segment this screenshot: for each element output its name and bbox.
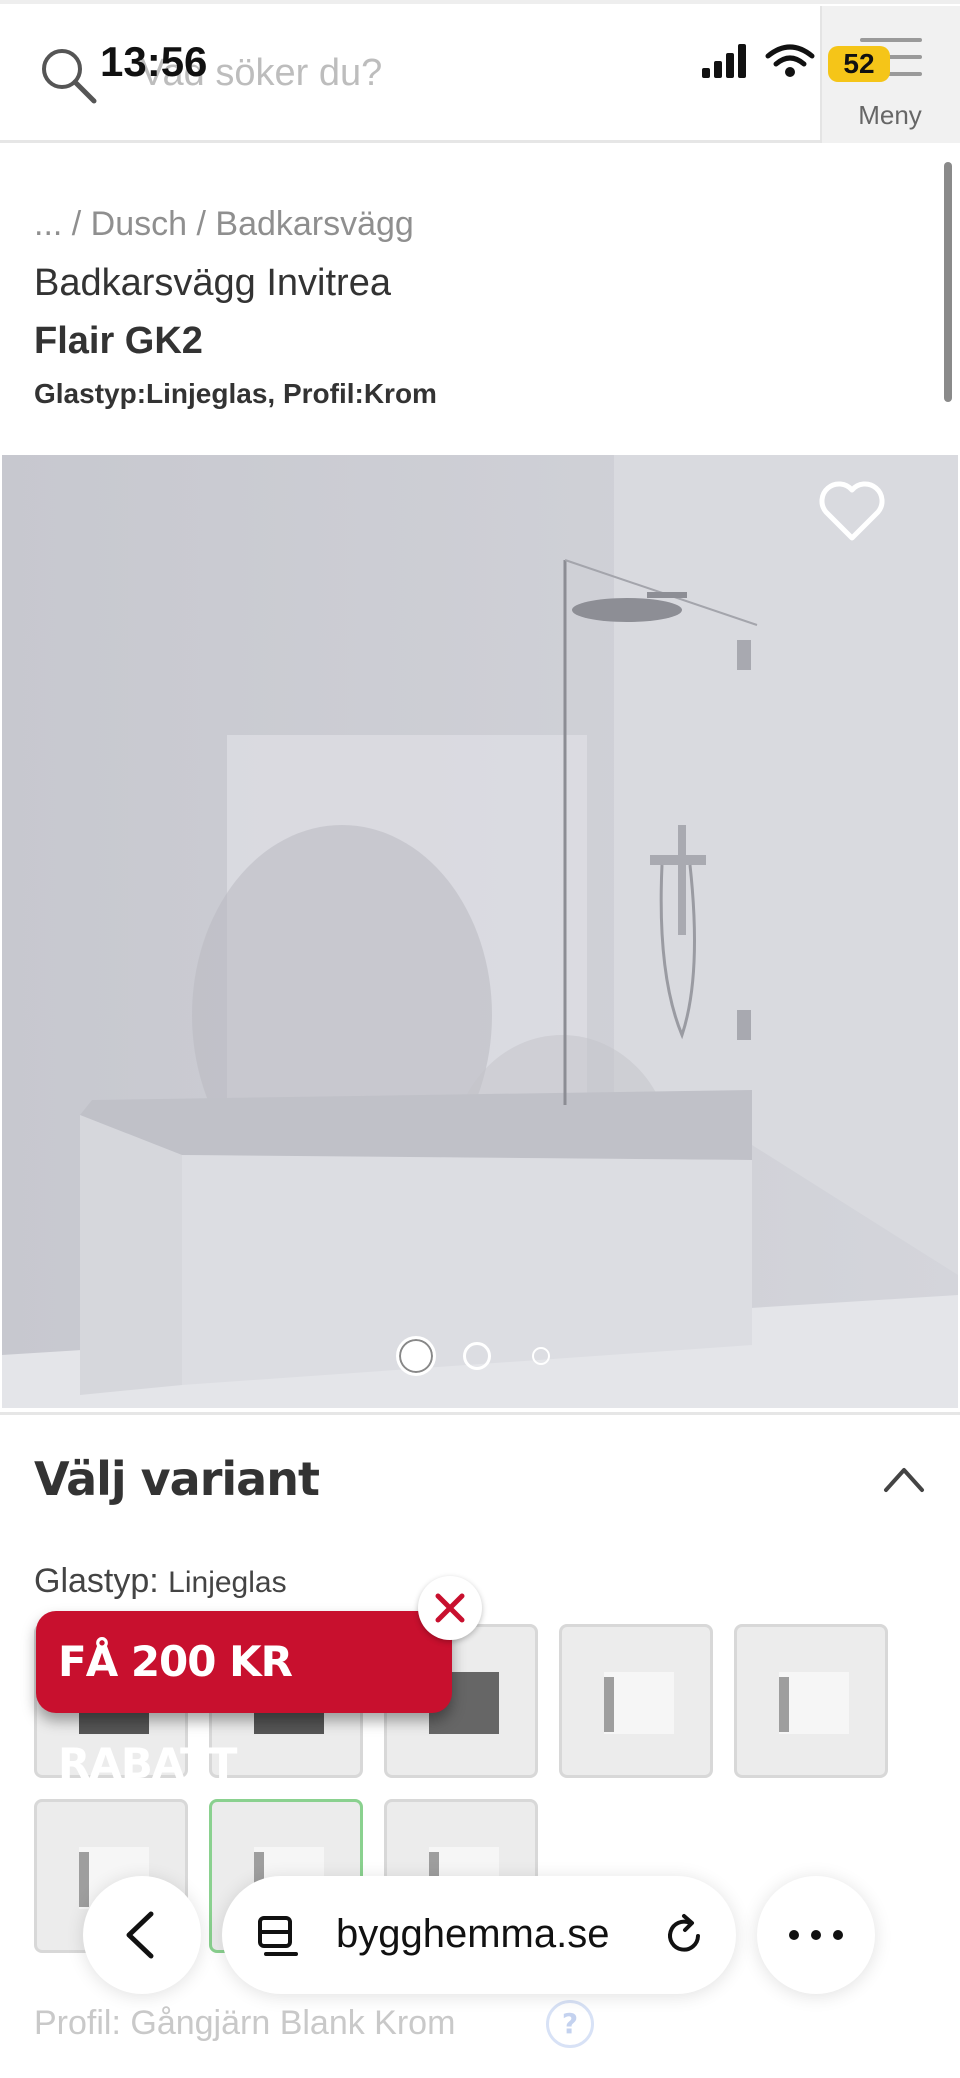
- carousel-dot[interactable]: [396, 1336, 436, 1376]
- variant-section-title: Välj variant: [34, 1452, 320, 1506]
- product-image[interactable]: [2, 455, 958, 1408]
- menu-label[interactable]: Meny: [820, 100, 960, 131]
- promo-banner[interactable]: FÅ 200 KR RABATT: [36, 1611, 452, 1788]
- product-attributes: Glastyp:Linjeglas, Profil:Krom: [34, 378, 437, 409]
- battery-indicator: 52: [828, 46, 890, 82]
- variant-thumbnail[interactable]: [559, 1624, 713, 1778]
- url-text[interactable]: bygghemma.se: [336, 1912, 609, 1957]
- close-icon[interactable]: [418, 1576, 482, 1640]
- breadcrumb[interactable]: ... / Dusch / Badkarsvägg: [34, 205, 414, 244]
- carousel-dot[interactable]: [463, 1342, 491, 1370]
- tab-overview-icon[interactable]: [254, 1912, 302, 1960]
- heart-icon[interactable]: [818, 480, 886, 542]
- reload-icon[interactable]: [660, 1912, 708, 1960]
- product-brand-line: Badkarsvägg Invitrea: [34, 262, 391, 304]
- chevron-left-icon: [126, 1911, 154, 1959]
- glass-type-label: Glastyp: Linjeglas: [34, 1562, 287, 1601]
- search-icon[interactable]: [38, 45, 98, 105]
- scrollbar[interactable]: [944, 162, 952, 402]
- glass-type-key: Glastyp:: [34, 1562, 159, 1600]
- profile-key: Profil:: [34, 2004, 121, 2042]
- variant-thumbnail[interactable]: [734, 1624, 888, 1778]
- help-icon[interactable]: ?: [546, 2000, 594, 2048]
- more-dots-icon: [789, 1930, 843, 1940]
- more-button[interactable]: [757, 1876, 875, 1994]
- product-title: Flair GK2: [34, 320, 203, 362]
- status-time: 13:56: [100, 38, 208, 85]
- carousel-dot[interactable]: [532, 1347, 550, 1365]
- glass-type-value: Linjeglas: [168, 1566, 287, 1599]
- divider: [0, 1412, 960, 1415]
- chevron-up-icon[interactable]: [882, 1464, 926, 1494]
- profile-value: Gångjärn Blank Krom: [130, 2004, 456, 2042]
- image-carousel-dots[interactable]: [396, 1334, 596, 1378]
- back-button[interactable]: [83, 1876, 201, 1994]
- profile-label: Profil: Gångjärn Blank Krom: [34, 2004, 455, 2043]
